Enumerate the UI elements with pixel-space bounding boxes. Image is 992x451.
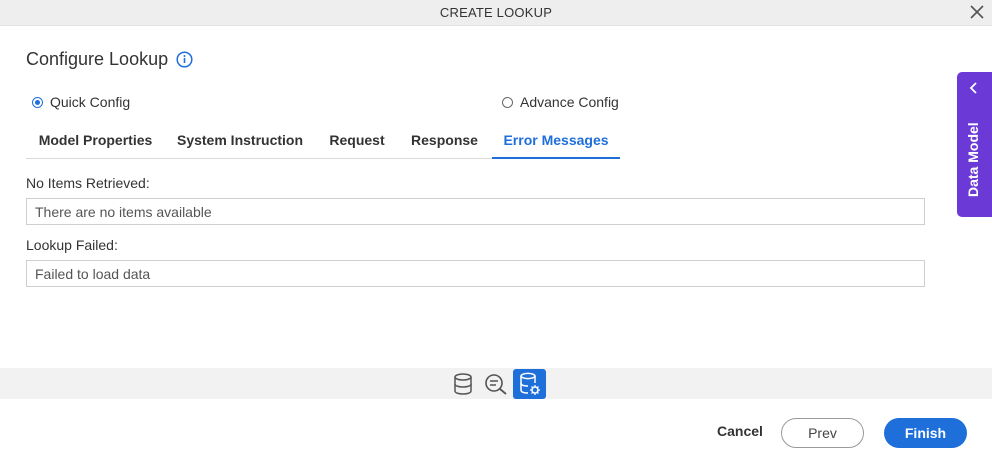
info-icon[interactable] xyxy=(176,51,193,68)
data-model-label: Data Model xyxy=(965,122,981,197)
no-items-label: No Items Retrieved: xyxy=(26,175,150,191)
quick-config-radio[interactable]: Quick Config xyxy=(32,94,130,110)
lookup-failed-input[interactable] xyxy=(26,260,925,287)
database-settings-icon xyxy=(519,372,540,395)
no-items-input[interactable] xyxy=(26,198,925,225)
tab-model-properties[interactable]: Model Properties xyxy=(26,124,165,157)
database-settings-button[interactable] xyxy=(513,369,546,399)
dialog-title: CREATE LOOKUP xyxy=(439,5,553,20)
tab-response[interactable]: Response xyxy=(401,124,488,157)
chevron-left-icon xyxy=(969,82,977,94)
close-button[interactable] xyxy=(968,3,986,21)
page-title: Configure Lookup xyxy=(26,49,169,69)
close-icon xyxy=(970,5,984,19)
advance-config-label: Advance Config xyxy=(520,94,619,110)
tool-strip xyxy=(0,368,992,399)
tab-system-instruction[interactable]: System Instruction xyxy=(167,124,313,157)
search-list-button[interactable] xyxy=(479,369,512,399)
advance-config-radio[interactable]: Advance Config xyxy=(502,94,619,110)
tab-request[interactable]: Request xyxy=(319,124,395,157)
lookup-failed-label: Lookup Failed: xyxy=(26,237,118,253)
data-model-panel-toggle[interactable]: Data Model xyxy=(957,72,992,217)
finish-button[interactable]: Finish xyxy=(884,418,967,448)
database-button[interactable] xyxy=(446,369,479,399)
radio-unchecked-icon xyxy=(502,96,513,108)
quick-config-label: Quick Config xyxy=(50,94,131,110)
dialog-titlebar: CREATE LOOKUP xyxy=(0,0,992,26)
tab-bar: Model Properties System Instruction Requ… xyxy=(26,124,620,159)
radio-checked-icon xyxy=(32,96,43,108)
prev-button[interactable]: Prev xyxy=(781,418,864,448)
search-list-icon xyxy=(484,374,507,395)
tab-error-messages[interactable]: Error Messages xyxy=(492,124,620,159)
database-icon xyxy=(453,373,472,395)
cancel-button[interactable]: Cancel xyxy=(706,423,774,439)
